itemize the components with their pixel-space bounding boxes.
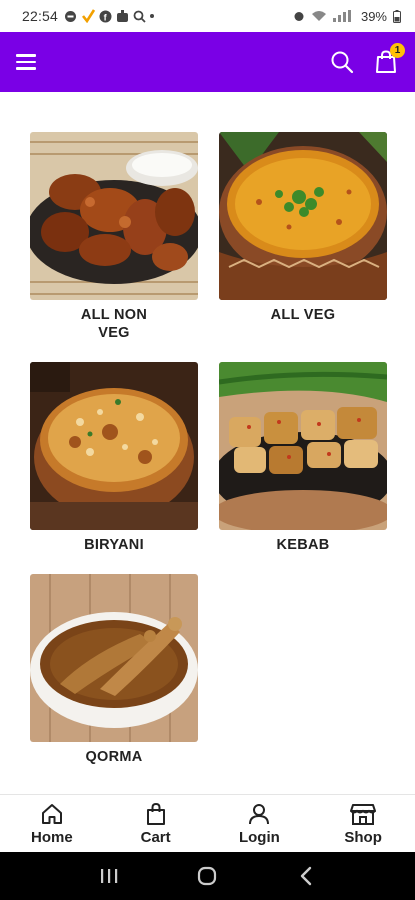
store-icon	[350, 803, 377, 825]
notification-icons: f	[64, 9, 155, 23]
category-qorma[interactable]: QORMA	[30, 574, 198, 766]
category-label: ALL VEG	[270, 307, 336, 323]
search-status-icon	[133, 10, 146, 23]
category-all-veg[interactable]: ALL VEG	[219, 132, 387, 324]
kebab-image	[219, 362, 387, 530]
system-nav-bar	[0, 852, 415, 900]
category-label: KEBAB	[276, 537, 330, 553]
battery-percent: 39%	[360, 8, 387, 24]
nav-shop[interactable]: Shop	[311, 795, 415, 852]
back-button[interactable]	[286, 856, 326, 896]
back-icon	[300, 866, 312, 886]
qorma-image	[30, 574, 198, 742]
nav-label: Shop	[344, 828, 382, 846]
category-label: ALL NON VEG	[80, 307, 148, 341]
nav-cart[interactable]: Cart	[104, 795, 208, 852]
nav-label: Home	[31, 828, 73, 846]
message-icon	[65, 10, 77, 22]
more-dot-icon	[150, 14, 155, 18]
wifi-icon	[311, 11, 326, 21]
category-biryani[interactable]: BIRYANI	[30, 362, 198, 554]
status-right: 39%	[293, 9, 401, 24]
signal-icon	[332, 10, 351, 22]
shopping-bag-icon	[146, 802, 165, 825]
search-button[interactable]	[329, 49, 355, 75]
menu-icon[interactable]	[16, 50, 40, 74]
nav-login[interactable]: Login	[208, 795, 312, 852]
system-home-button[interactable]	[187, 856, 227, 896]
alarm-icon	[294, 12, 304, 21]
nav-label: Cart	[140, 828, 171, 846]
battery-icon	[393, 9, 401, 23]
category-all-non-veg[interactable]: ALL NON VEG	[30, 132, 198, 342]
category-kebab[interactable]: KEBAB	[219, 362, 387, 554]
facebook-icon: f	[99, 10, 112, 22]
bottom-nav: Home Cart Login Shop	[0, 794, 415, 852]
nav-label: Login	[238, 828, 280, 846]
cart-count-badge: 1	[390, 43, 405, 58]
check-icon	[82, 9, 96, 23]
app-bar: 1	[0, 32, 415, 92]
biryani-image	[30, 362, 198, 530]
chicken-wings-image	[30, 132, 198, 300]
category-label: QORMA	[85, 749, 143, 765]
cart-button[interactable]: 1	[373, 43, 405, 75]
home-icon	[41, 803, 62, 824]
category-label: BIRYANI	[84, 537, 144, 553]
status-bar: 22:54 f 39%	[0, 0, 415, 32]
home-circle-icon	[198, 866, 217, 886]
search-icon	[331, 51, 354, 74]
user-icon	[249, 803, 270, 824]
recents-icon	[101, 869, 118, 883]
dal-image	[219, 132, 387, 300]
status-time: 22:54	[22, 8, 59, 24]
recents-button[interactable]	[89, 856, 129, 896]
app-icon	[117, 9, 129, 22]
nav-home[interactable]: Home	[0, 795, 104, 852]
